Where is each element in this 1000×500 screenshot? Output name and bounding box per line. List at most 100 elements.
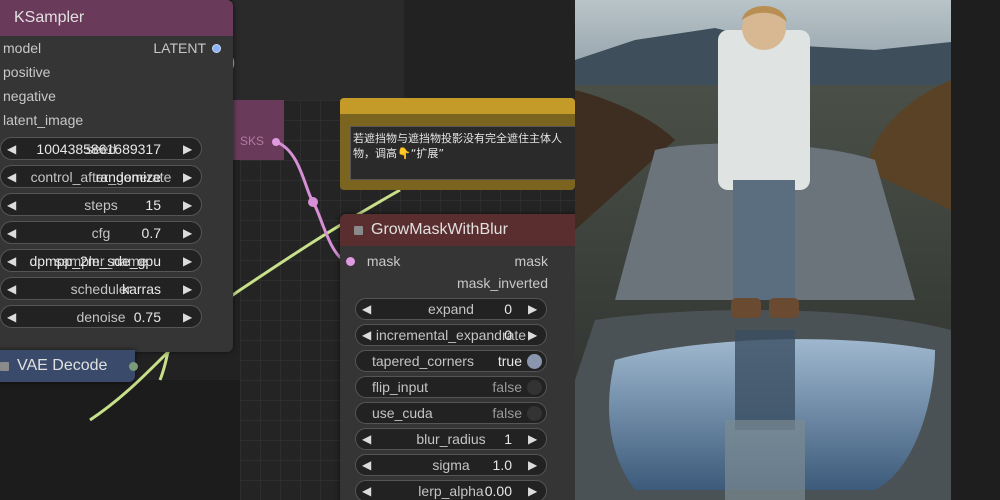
- increment-icon[interactable]: ▶: [528, 458, 540, 472]
- widget-value: 0.75: [133, 308, 161, 325]
- widget-label: lerp_alpha: [418, 483, 484, 499]
- widget-sigma[interactable]: ◀ sigma 1.0 ▶: [355, 454, 547, 476]
- widget-value: false: [492, 405, 522, 421]
- increment-icon[interactable]: ▶: [183, 282, 195, 296]
- grow-slot-mask[interactable]: mask mask: [340, 250, 590, 272]
- decrement-icon[interactable]: ◀: [7, 254, 19, 268]
- widget-label: tapered_corners: [372, 353, 474, 369]
- growmaskwithblur-node[interactable]: GrowMaskWithBlur mask mask mask_inverted…: [340, 214, 590, 500]
- widget-value: dpmpp_2m_sde_gpu: [29, 252, 161, 269]
- grow-slot-mask-inverted[interactable]: mask_inverted: [340, 272, 590, 294]
- widget-expand[interactable]: ◀ expand 0 ▶: [355, 298, 547, 320]
- increment-icon[interactable]: ▶: [183, 254, 195, 268]
- increment-icon[interactable]: ▶: [183, 226, 195, 240]
- widget-use-cuda[interactable]: use_cuda false: [355, 402, 547, 424]
- widget-flip-input[interactable]: flip_input false: [355, 376, 547, 398]
- decrement-icon[interactable]: ◀: [362, 458, 374, 472]
- decrement-icon[interactable]: ◀: [7, 226, 19, 240]
- note-node[interactable]: 若遮挡物与遮挡物投影没有完全遮住主体人物，调高👇“扩展”: [340, 98, 580, 190]
- masks-output-label: SKS: [240, 134, 265, 148]
- decrement-icon[interactable]: ◀: [7, 142, 19, 156]
- toggle-off-icon[interactable]: [527, 406, 542, 421]
- widget-value: randomize: [95, 168, 161, 185]
- widget-value: 0: [504, 301, 512, 317]
- increment-icon[interactable]: ▶: [528, 432, 540, 446]
- increment-icon[interactable]: ▶: [528, 484, 540, 498]
- widget-lerp-alpha[interactable]: ◀ lerp_alpha 0.00 ▶: [355, 480, 547, 500]
- input-negative-label: negative: [3, 88, 56, 104]
- output-mask-label[interactable]: mask: [515, 253, 548, 269]
- output-mask-inverted-label[interactable]: mask_inverted: [457, 275, 548, 291]
- latent-output-dot[interactable]: [212, 43, 221, 53]
- note-textarea[interactable]: 若遮挡物与遮挡物投影没有完全遮住主体人物，调高👇“扩展”: [350, 126, 580, 180]
- widget-cfg[interactable]: ◀ cfg 0.7 ▶: [0, 221, 202, 244]
- decrement-icon[interactable]: ◀: [362, 432, 374, 446]
- widget-value: 1004385861689317: [36, 140, 161, 157]
- widget-label: steps: [84, 196, 118, 213]
- vae-decode-node[interactable]: VAE Decode: [0, 350, 138, 382]
- decrement-icon[interactable]: ◀: [7, 310, 19, 324]
- widget-tapered-corners[interactable]: tapered_corners true: [355, 350, 547, 372]
- increment-icon[interactable]: ▶: [183, 142, 195, 156]
- widget-value: 0: [504, 327, 512, 343]
- output-latent[interactable]: LATENT: [153, 40, 221, 56]
- decrement-icon[interactable]: ◀: [7, 198, 19, 212]
- vae-decode-title[interactable]: VAE Decode: [0, 350, 135, 382]
- decrement-icon[interactable]: ◀: [7, 170, 19, 184]
- increment-icon[interactable]: ▶: [183, 170, 195, 184]
- widget-seed[interactable]: ◀ seed 1004385861689317 ▶: [0, 137, 202, 160]
- preview-image[interactable]: [575, 0, 951, 500]
- note-header[interactable]: [340, 98, 575, 114]
- widget-control-after-generate[interactable]: ◀ control_after_generate randomize ▶: [0, 165, 202, 188]
- widget-blur-radius[interactable]: ◀ blur_radius 1 ▶: [355, 428, 547, 450]
- input-model-label: model: [3, 40, 42, 56]
- increment-icon[interactable]: ▶: [183, 310, 195, 324]
- widget-value: 0.7: [141, 224, 161, 241]
- output-latent-label: LATENT: [153, 40, 206, 56]
- increment-icon[interactable]: ▶: [528, 302, 540, 316]
- input-mask-label: mask: [366, 253, 401, 269]
- decrement-icon[interactable]: ◀: [362, 484, 374, 498]
- preview-image-art: [575, 0, 951, 500]
- widget-incremental-expandrate[interactable]: ◀ incremental_expandrate 0 ▶: [355, 324, 547, 346]
- widget-label: sigma: [432, 457, 470, 473]
- ksampler-slot-latent-image[interactable]: latent_image: [0, 108, 233, 132]
- toggle-on-icon[interactable]: [527, 354, 542, 369]
- widget-value: 1.0: [492, 457, 512, 473]
- widget-label: expand: [428, 301, 474, 317]
- vae-output-dot[interactable]: [129, 362, 138, 371]
- widget-value: 15: [145, 196, 161, 213]
- input-mask[interactable]: mask: [346, 253, 400, 269]
- canvas-grid-lower: [0, 380, 240, 500]
- widget-steps[interactable]: ◀ steps 15 ▶: [0, 193, 202, 216]
- widget-scheduler[interactable]: ◀ scheduler karras ▶: [0, 277, 202, 300]
- collapse-dot-icon[interactable]: [354, 225, 363, 235]
- collapse-dot-icon[interactable]: [0, 361, 9, 371]
- right-gutter: [951, 0, 1000, 500]
- increment-icon[interactable]: ▶: [183, 198, 195, 212]
- ksampler-node[interactable]: KSampler model LATENT positive negative …: [0, 0, 233, 352]
- increment-icon[interactable]: ▶: [528, 328, 540, 342]
- input-positive-label: positive: [3, 64, 51, 80]
- decrement-icon[interactable]: ◀: [362, 328, 374, 342]
- widget-sampler-name[interactable]: ◀ sampler_name dpmpp_2m_sde_gpu ▶: [0, 249, 202, 272]
- ksampler-title-text: KSampler: [14, 9, 85, 26]
- grow-title[interactable]: GrowMaskWithBlur: [340, 214, 590, 246]
- ksampler-slot-negative[interactable]: negative: [0, 84, 233, 108]
- ksampler-slot-model[interactable]: model LATENT: [0, 36, 233, 60]
- widget-value: false: [492, 379, 522, 395]
- widget-denoise[interactable]: ◀ denoise 0.75 ▶: [0, 305, 202, 328]
- input-latent-image-label: latent_image: [3, 112, 84, 128]
- ksampler-slot-positive[interactable]: positive: [0, 60, 233, 84]
- widget-label: cfg: [91, 224, 111, 241]
- ksampler-title[interactable]: KSampler: [0, 0, 233, 36]
- grow-title-text: GrowMaskWithBlur: [371, 221, 508, 238]
- widget-value: 1: [504, 431, 512, 447]
- decrement-icon[interactable]: ◀: [362, 302, 374, 316]
- decrement-icon[interactable]: ◀: [7, 282, 19, 296]
- widget-label: use_cuda: [372, 405, 433, 421]
- toggle-off-icon[interactable]: [527, 380, 542, 395]
- masks-node[interactable]: [232, 100, 284, 160]
- mask-input-dot[interactable]: [346, 257, 355, 266]
- widget-value: 0.00: [484, 483, 512, 499]
